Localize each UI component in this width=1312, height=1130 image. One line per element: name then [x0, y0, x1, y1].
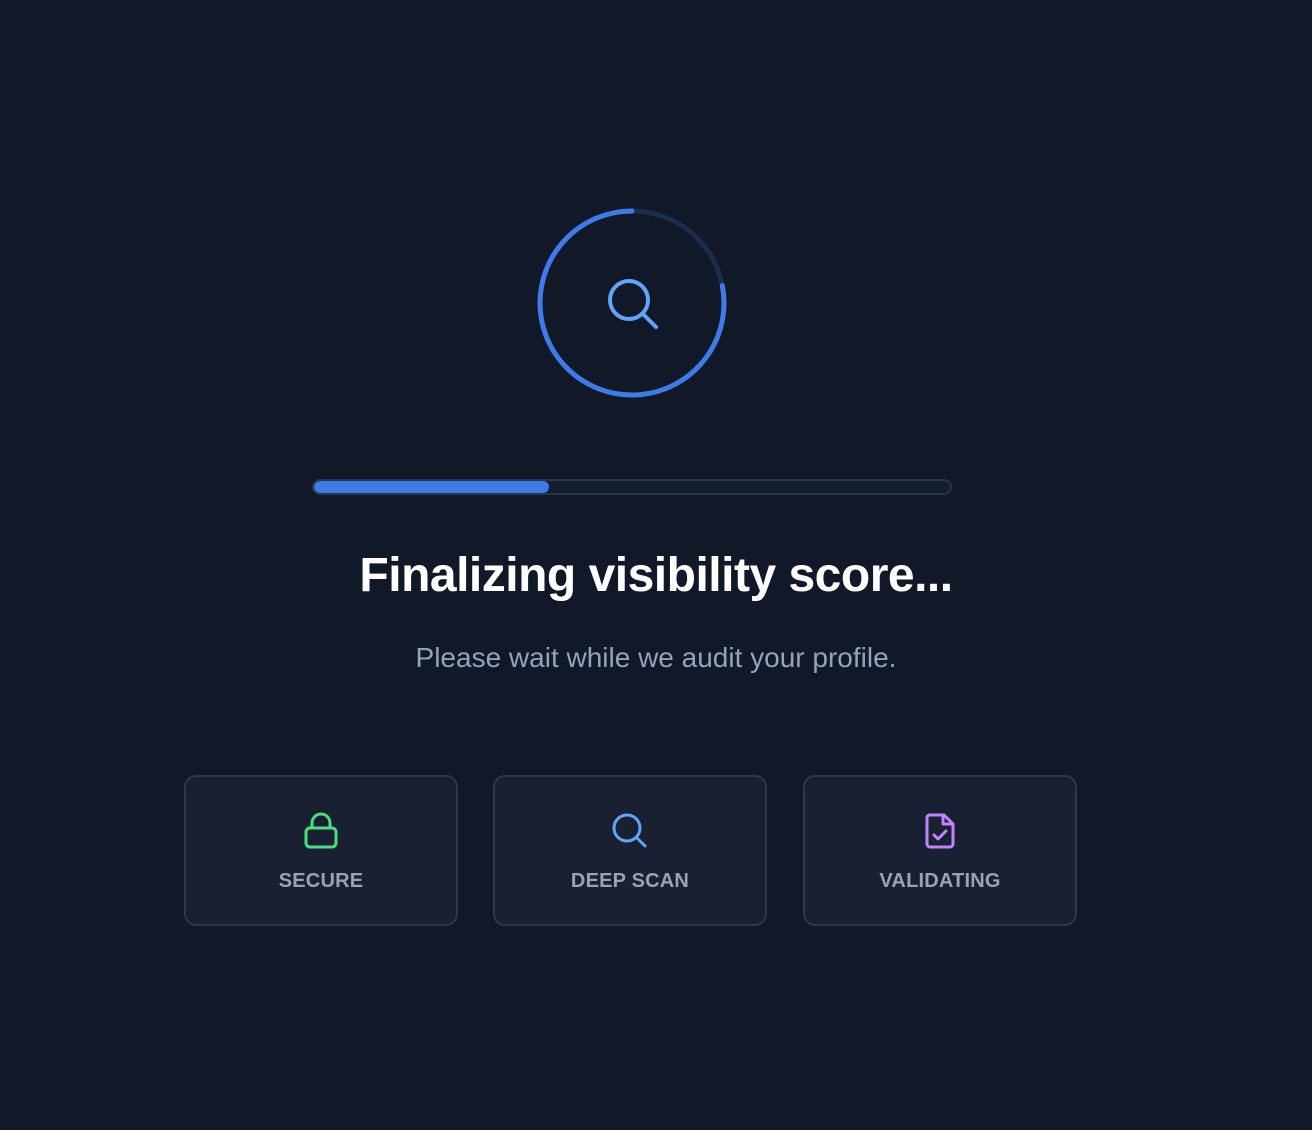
status-card-label: SECURE	[278, 870, 364, 892]
progress-bar	[312, 479, 952, 495]
status-card-label: VALIDATING	[879, 870, 1001, 892]
progress-bar-fill	[314, 481, 550, 493]
lock-icon	[301, 811, 341, 851]
status-card-label: DEEP SCAN	[570, 870, 690, 892]
status-card-validating: VALIDATING	[803, 775, 1077, 926]
loading-spinner	[535, 206, 729, 400]
status-card-secure: SECURE	[184, 775, 458, 926]
loading-screen: Finalizing visibility score... Please wa…	[0, 0, 1312, 1130]
search-icon	[608, 279, 658, 329]
page-title: Finalizing visibility score...	[359, 549, 953, 602]
file-check-icon	[920, 811, 960, 851]
page-subtitle: Please wait while we audit your profile.	[415, 642, 897, 673]
search-icon	[610, 811, 650, 851]
status-card-deep-scan: DEEP SCAN	[493, 775, 767, 926]
